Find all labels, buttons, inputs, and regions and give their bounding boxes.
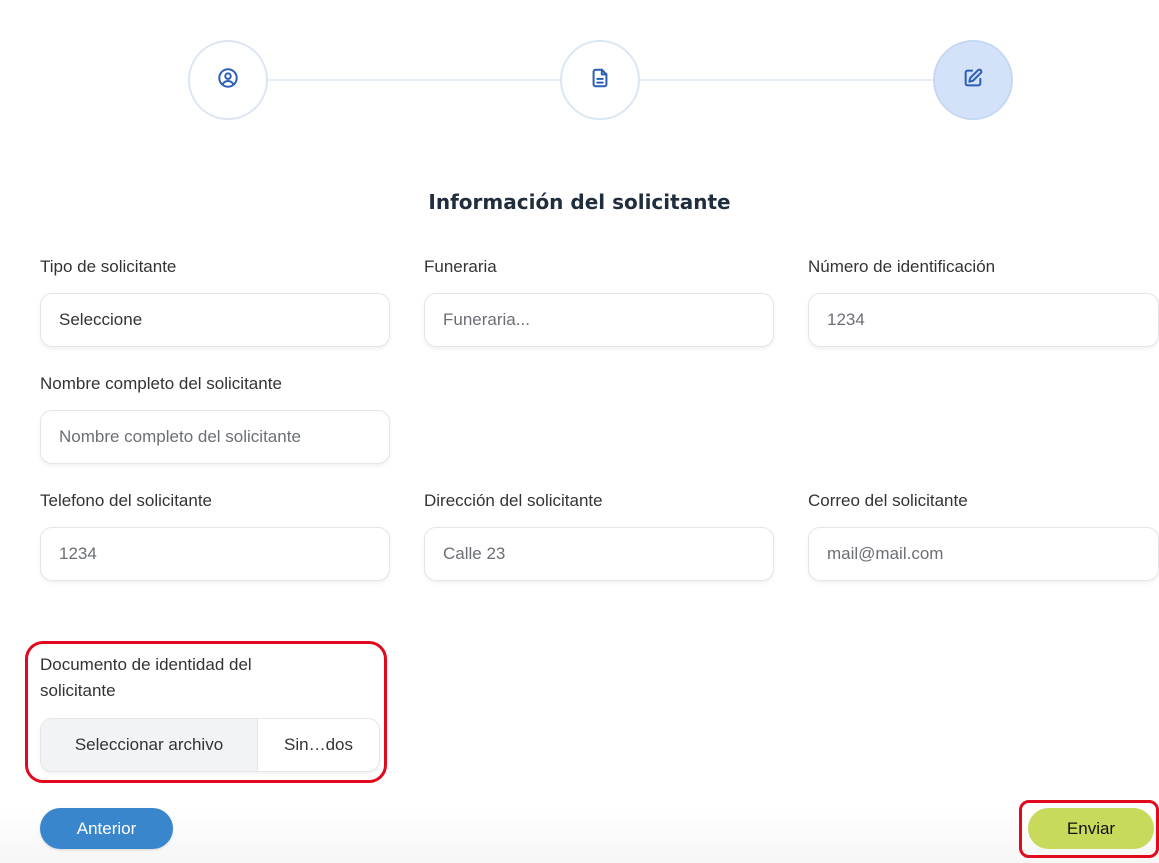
funeraria-input[interactable]: Funeraria...	[424, 293, 774, 347]
user-circle-icon	[217, 67, 239, 94]
correo-input[interactable]: mail@mail.com	[808, 527, 1159, 581]
stepper-connector-1	[266, 79, 560, 81]
actions-bar	[0, 806, 1159, 863]
file-status-text: Sin…dos	[284, 735, 353, 754]
telefono-label: Telefono del solicitante	[40, 491, 213, 510]
documento-label-line2: solicitante	[40, 681, 116, 700]
telefono-input[interactable]: 1234	[40, 527, 390, 581]
submit-button[interactable]: Enviar	[1028, 808, 1154, 849]
direccion-input[interactable]: Calle 23	[424, 527, 774, 581]
correo-label: Correo del solicitante	[808, 491, 968, 510]
document-icon	[589, 67, 611, 94]
tipo-solicitante-select[interactable]: Seleccione	[40, 293, 390, 347]
step-2[interactable]	[560, 40, 640, 120]
step-3[interactable]	[933, 40, 1013, 120]
step-1[interactable]	[188, 40, 268, 120]
select-file-button[interactable]: Seleccionar archivo	[41, 719, 258, 771]
nombre-completo-label: Nombre completo del solicitante	[40, 374, 282, 393]
edit-icon	[962, 67, 984, 94]
section-title: Información del solicitante	[428, 190, 731, 214]
tipo-solicitante-label: Tipo de solicitante	[40, 257, 177, 276]
stepper-connector-2	[640, 79, 934, 81]
documento-label-line1: Documento de identidad del	[40, 655, 252, 674]
numero-identificacion-label: Número de identificación	[808, 257, 996, 276]
funeraria-label: Funeraria	[424, 257, 497, 276]
nombre-completo-input[interactable]: Nombre completo del solicitante	[40, 410, 390, 464]
numero-identificacion-input[interactable]: 1234	[808, 293, 1159, 347]
documento-file-input[interactable]: Seleccionar archivo Sin…dos	[40, 718, 380, 772]
direccion-label: Dirección del solicitante	[424, 491, 603, 510]
previous-button[interactable]: Anterior	[40, 808, 173, 849]
